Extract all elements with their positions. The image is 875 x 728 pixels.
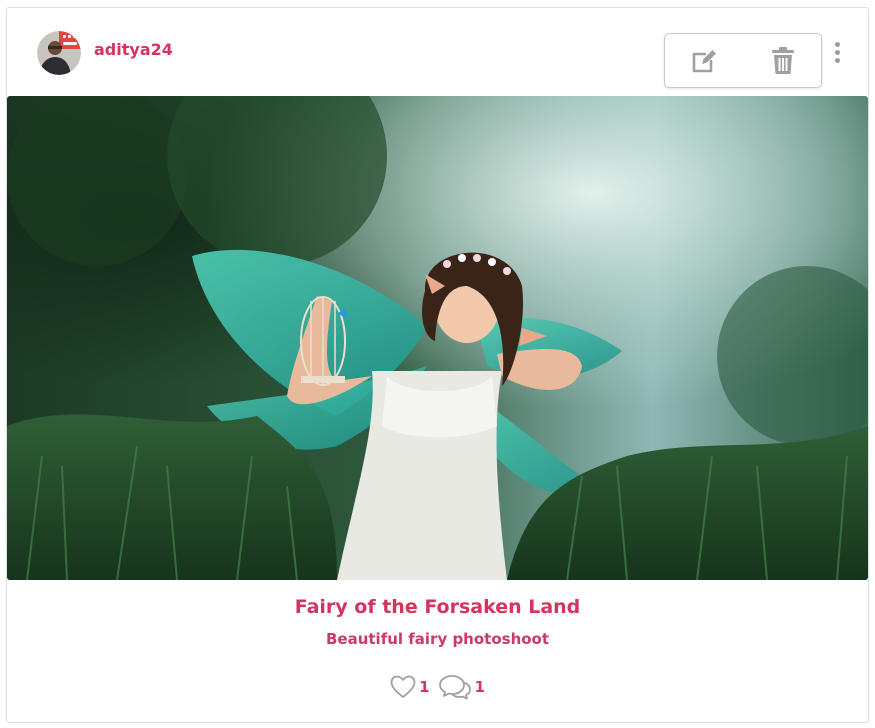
user-avatar-image (37, 31, 81, 75)
comment-icon (438, 675, 471, 700)
post-stats: 1 1 (7, 674, 868, 700)
more-options-button[interactable] (832, 42, 842, 66)
post-title: Fairy of the Forsaken Land (294, 596, 581, 618)
post-description: Beautiful fairy photoshoot (325, 630, 550, 648)
post-actions-menu (664, 33, 822, 88)
post-image[interactable] (7, 96, 868, 580)
heart-icon (390, 675, 416, 698)
edit-button[interactable] (689, 46, 719, 76)
kebab-dot (834, 58, 840, 63)
delete-button[interactable] (768, 46, 798, 76)
like-button[interactable]: 1 (390, 675, 430, 699)
comments-count: 1 (474, 678, 485, 696)
comment-button[interactable]: 1 (438, 674, 485, 700)
kebab-menu-icon (834, 42, 840, 47)
post-card: aditya24 Fairy of the Forsaken Land Beau… (6, 7, 869, 723)
avatar[interactable] (37, 31, 81, 75)
kebab-dot (834, 50, 840, 55)
trash-icon (772, 47, 794, 74)
username[interactable]: aditya24 (94, 40, 173, 59)
edit-icon (692, 50, 716, 73)
fairy-photo (7, 96, 868, 580)
likes-count: 1 (419, 678, 430, 696)
